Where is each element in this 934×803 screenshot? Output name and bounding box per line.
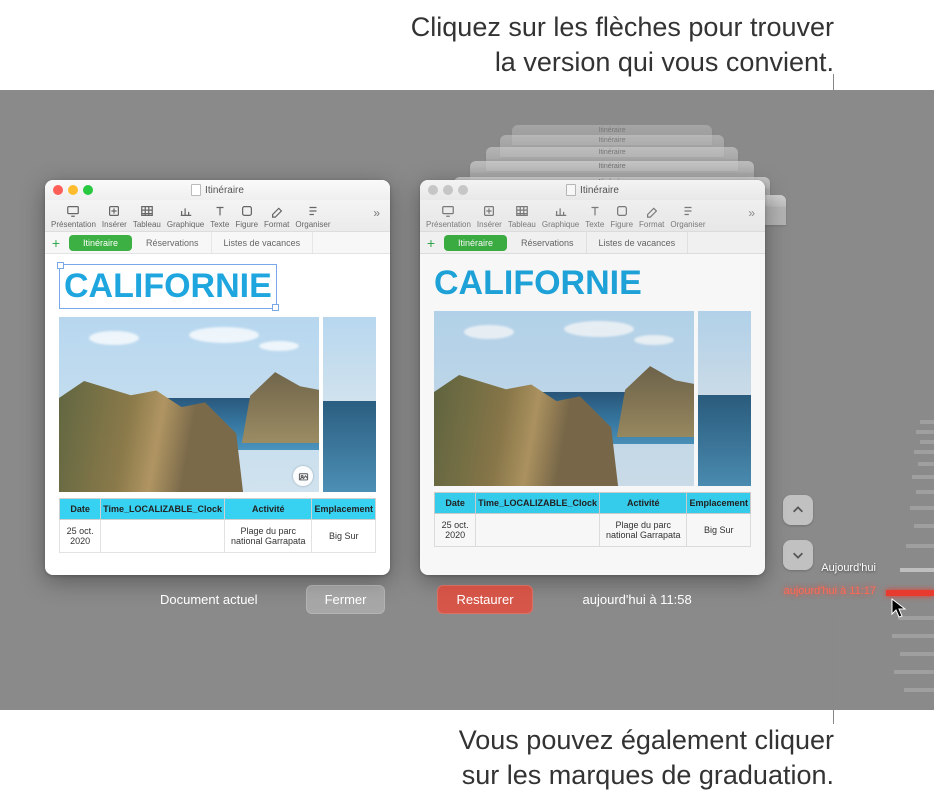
version-timeline[interactable]: Aujourd'hui aujourd'hui à 11:17	[879, 420, 934, 710]
image-edit-icon[interactable]	[293, 466, 313, 486]
sheet-body: CALIFORNIE	[45, 254, 390, 553]
minimize-icon	[443, 185, 453, 195]
tool-format: Format	[639, 204, 664, 229]
tool-table: Tableau	[508, 204, 536, 229]
tab-listes[interactable]: Listes de vacances	[587, 232, 689, 253]
tool-format[interactable]: Format	[264, 204, 289, 229]
itinerary-table[interactable]: Date Time_LOCALIZABLE_Clock Activité Emp…	[59, 498, 376, 553]
current-document-window[interactable]: Itinéraire Présentation Insérer Tableau …	[45, 180, 390, 575]
add-sheet-button[interactable]: +	[45, 236, 67, 250]
minimize-icon[interactable]	[68, 185, 78, 195]
toolbar-overflow-icon: »	[744, 204, 759, 222]
heading-text: CALIFORNIE	[64, 267, 272, 305]
tab-itineraire[interactable]: Itinéraire	[69, 235, 132, 251]
heading-text: CALIFORNIE	[434, 264, 642, 302]
document-icon	[191, 184, 201, 196]
itinerary-table: Date Time_LOCALIZABLE_Clock Activité Emp…	[434, 492, 751, 547]
annotation-top: Cliquez sur les flèches pour trouver la …	[0, 10, 834, 80]
versions-stage: Itinéraire Itinéraire Itinéraire Itinéra…	[0, 90, 934, 710]
annotation-top-line1: Cliquez sur les flèches pour trouver la …	[411, 12, 834, 77]
tool-presentation[interactable]: Présentation	[51, 204, 96, 229]
toolbar: Présentation Insérer Tableau Graphique T…	[45, 200, 390, 232]
sheet-body: CALIFORNIE Date	[420, 254, 765, 547]
photo-main	[434, 311, 694, 486]
stack-title-2: Itinéraire	[598, 149, 625, 156]
table-row: 25 oct. 2020 Plage du parc national Garr…	[435, 514, 751, 547]
sheet-tabs: + Itinéraire Réservations Listes de vaca…	[45, 232, 390, 254]
callout-line-bottom	[833, 616, 834, 724]
tool-text: Texte	[585, 204, 604, 229]
th-date[interactable]: Date	[60, 499, 101, 520]
tab-listes[interactable]: Listes de vacances	[212, 232, 314, 253]
toolbar-overflow-icon[interactable]: »	[369, 204, 384, 222]
table-row[interactable]: 25 oct. 2020 Plage du parc national Garr…	[60, 520, 376, 553]
tool-shape[interactable]: Figure	[235, 204, 258, 229]
tool-chart: Graphique	[542, 204, 579, 229]
timeline-today-label: Aujourd'hui	[821, 562, 876, 574]
tab-reservations[interactable]: Réservations	[134, 232, 212, 253]
sheet-tabs: + Itinéraire Réservations Listes de vaca…	[420, 232, 765, 254]
tool-insert: Insérer	[477, 204, 502, 229]
version-up-button[interactable]	[783, 495, 813, 525]
annotation-bottom-text: Vous pouvez également cliquer sur les ma…	[459, 725, 834, 790]
annotation-bottom: Vous pouvez également cliquer sur les ma…	[0, 723, 834, 793]
titlebar[interactable]: Itinéraire	[45, 180, 390, 200]
th-activity[interactable]: Activité	[225, 499, 312, 520]
tool-table[interactable]: Tableau	[133, 204, 161, 229]
photo-main[interactable]	[59, 317, 319, 492]
photo-side[interactable]	[323, 317, 376, 492]
window-title: Itinéraire	[580, 185, 619, 196]
document-icon	[566, 184, 576, 196]
previous-version-window[interactable]: Itinéraire Présentation Insérer Tableau …	[420, 180, 765, 575]
close-button[interactable]: Fermer	[306, 585, 386, 614]
tool-text[interactable]: Texte	[210, 204, 229, 229]
th-location[interactable]: Emplacement	[312, 499, 376, 520]
heading-selected[interactable]: CALIFORNIE	[59, 264, 277, 309]
current-document-label: Document actuel	[160, 592, 258, 607]
cursor-icon	[891, 598, 907, 620]
tool-insert[interactable]: Insérer	[102, 204, 127, 229]
stack-title-1: Itinéraire	[598, 137, 625, 144]
version-timestamp: aujourd'hui à 11:58	[583, 592, 692, 607]
tab-reservations[interactable]: Réservations	[509, 232, 587, 253]
version-down-button[interactable]	[783, 540, 813, 570]
tool-organize[interactable]: Organiser	[295, 204, 330, 229]
add-sheet-button: +	[420, 236, 442, 250]
timeline-current-label: aujourd'hui à 11:17	[784, 585, 876, 597]
stack-title-3: Itinéraire	[598, 163, 625, 170]
tool-shape: Figure	[610, 204, 633, 229]
close-icon[interactable]	[53, 185, 63, 195]
restore-button[interactable]: Restaurer	[437, 585, 532, 614]
window-title: Itinéraire	[205, 185, 244, 196]
photo-side	[698, 311, 751, 486]
tool-organize: Organiser	[670, 204, 705, 229]
close-icon	[428, 185, 438, 195]
toolbar: Présentation Insérer Tableau Graphique T…	[420, 200, 765, 232]
stack-title-0: Itinéraire	[598, 127, 625, 134]
tool-chart[interactable]: Graphique	[167, 204, 204, 229]
timeline-current-tick[interactable]	[886, 590, 934, 596]
zoom-icon	[458, 185, 468, 195]
th-time[interactable]: Time_LOCALIZABLE_Clock	[101, 499, 225, 520]
zoom-icon[interactable]	[83, 185, 93, 195]
titlebar: Itinéraire	[420, 180, 765, 200]
timeline-today-tick[interactable]	[900, 568, 934, 572]
tab-itineraire[interactable]: Itinéraire	[444, 235, 507, 251]
tool-presentation: Présentation	[426, 204, 471, 229]
